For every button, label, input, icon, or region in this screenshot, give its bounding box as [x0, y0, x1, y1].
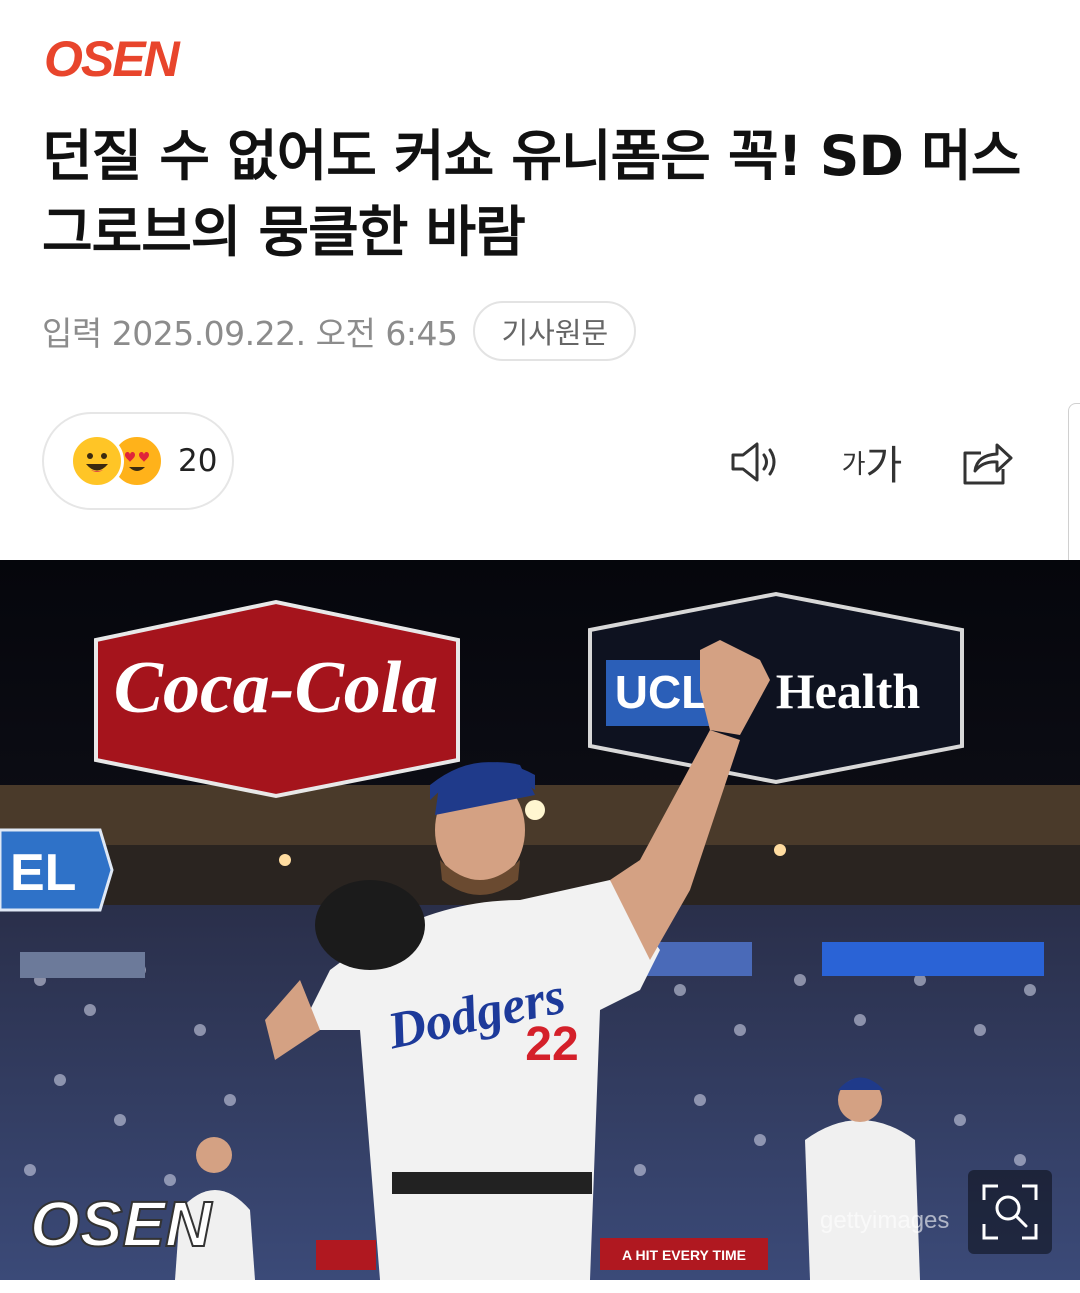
jersey-number: 22 [525, 1018, 578, 1071]
article-meta: 입력 2025.09.22. 오전 6:45 기사원문 [42, 300, 637, 362]
photo-illustration: Coca-Cola UCL Health EL Dodgers 22 A HIT… [0, 560, 1080, 1280]
speaker-icon[interactable] [720, 432, 790, 492]
health-sign: Health [776, 663, 921, 719]
font-size-button[interactable]: 가 가 [832, 432, 912, 492]
share-icon[interactable] [952, 432, 1022, 492]
reaction-button[interactable]: 20 [42, 412, 234, 510]
article-title: 던질 수 없어도 커쇼 유니폼은 꼭! SD 머스그로브의 뭉클한 바람 [42, 124, 1021, 264]
publish-date: 입력 2025.09.22. 오전 6:45 [42, 314, 458, 353]
ucla-sign: UCL [615, 666, 710, 718]
osen-logo-text: OSEN [44, 34, 181, 82]
font-size-big-label: 가 [865, 443, 903, 489]
zoom-search-icon[interactable] [968, 1170, 1052, 1254]
original-article-button[interactable]: 기사원문 [473, 301, 637, 361]
banner-text: A HIT EVERY TIME [622, 1247, 746, 1263]
grinning-face-icon [70, 434, 124, 488]
font-size-small-label: 가 [841, 449, 866, 480]
osen-logo[interactable]: OSEN [42, 34, 242, 82]
article-photo[interactable]: Coca-Cola UCL Health EL Dodgers 22 A HIT… [0, 560, 1080, 1280]
edge-sign: EL [10, 844, 76, 902]
coca-cola-sign: Coca-Cola [114, 647, 439, 729]
getty-watermark: gettyimages [820, 1207, 949, 1234]
osen-watermark: OSEN [30, 1188, 213, 1260]
reaction-count: 20 [178, 443, 218, 479]
